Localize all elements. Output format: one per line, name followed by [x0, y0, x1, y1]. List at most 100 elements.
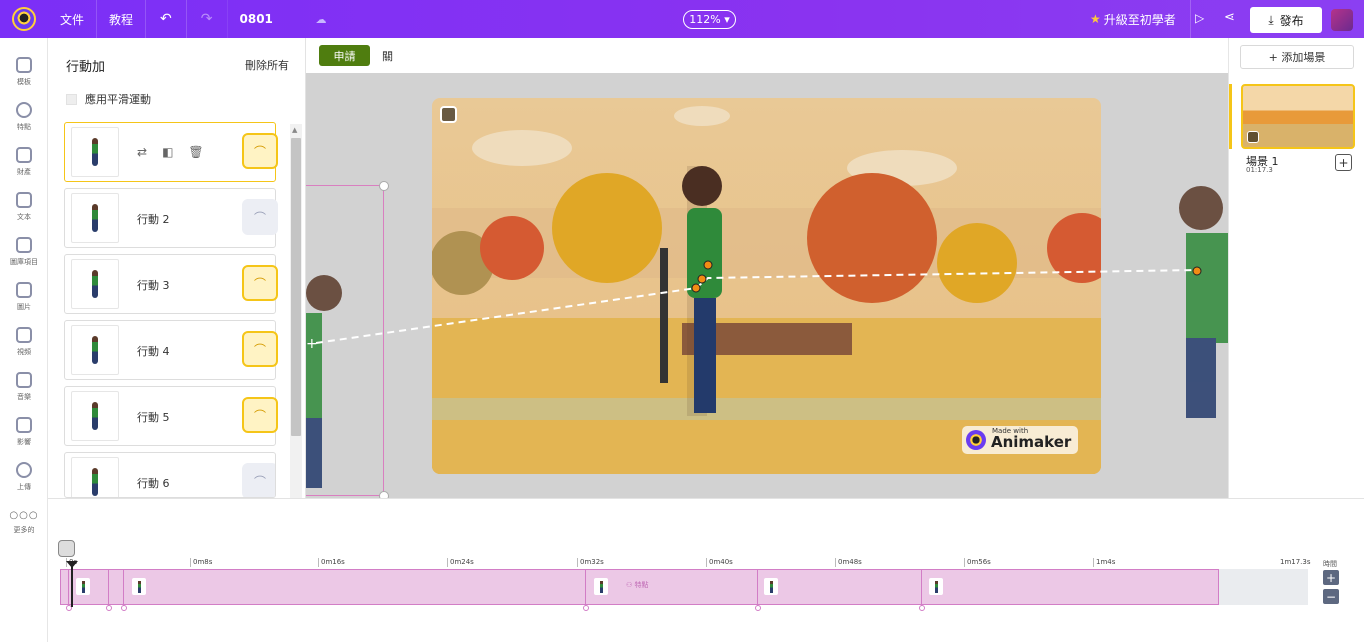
active-scene-marker [1229, 84, 1232, 149]
scroll-up-icon[interactable]: ▲ [292, 126, 297, 134]
video-icon [16, 327, 32, 343]
motion-path-icon: ⌒ [253, 210, 266, 225]
zoom-dropdown[interactable]: 112% ▾ [683, 10, 736, 29]
rail-item-image[interactable]: 圖片 [0, 282, 48, 312]
track-segment-divider[interactable] [757, 569, 758, 609]
smooth-motion-checkbox[interactable] [66, 93, 77, 105]
left-rail: 模板 特點 財產 文本 圖庫項目 圖片 視頻 音樂 影響 上傳 ○○○ 更多的 [0, 38, 48, 642]
action-card-2[interactable]: 行動 2 ⌒ [64, 188, 278, 248]
track-segment-divider[interactable] [68, 569, 69, 609]
add-after-scene-button[interactable]: + [1335, 154, 1352, 171]
segment-handle[interactable] [755, 605, 761, 611]
action-thumbnail [71, 325, 119, 375]
motion-path-button[interactable]: ⌒ [242, 397, 278, 433]
timeline-tick: 0m48s [835, 558, 862, 567]
segment-handle[interactable] [583, 605, 589, 611]
rail-item-effects[interactable]: 影響 [0, 417, 48, 447]
rail-item-video[interactable]: 視頻 [0, 327, 48, 357]
publish-label: 發布 [1279, 13, 1304, 28]
top-bar: 文件 教程 ↶ ↷ 0801 ☁ 112% ▾ ★ 升級至初學者 ▷ ⋖ ⤓ 發… [0, 0, 1364, 38]
action-card-4[interactable]: 行動 4 ⌒ [64, 320, 278, 380]
star-icon: ★ [1090, 12, 1101, 26]
tutorial-menu[interactable]: 教程 [97, 0, 147, 38]
timeline-tick: 0m56s [964, 558, 991, 567]
rail-item-props[interactable]: 財產 [0, 147, 48, 177]
motion-path-button[interactable]: ⌒ [242, 133, 278, 169]
user-avatar[interactable] [1331, 9, 1353, 31]
scene-thumbnail[interactable] [1241, 84, 1355, 149]
segment-handle[interactable] [919, 605, 925, 611]
motion-path-icon: ⌒ [253, 144, 266, 159]
motion-path-button[interactable]: ⌒ [242, 265, 278, 301]
scene-duration: 01:17.3 [1246, 166, 1273, 174]
add-scene-button[interactable]: + 添加場景 [1240, 45, 1354, 69]
scrollbar-thumb[interactable] [291, 138, 301, 436]
smooth-motion-label: 應用平滑運動 [85, 93, 151, 106]
rail-item-upload[interactable]: 上傳 [0, 462, 48, 492]
playhead-line[interactable] [71, 565, 73, 607]
track-segment-divider[interactable] [123, 569, 124, 609]
zoom-out-button[interactable]: − [1323, 589, 1339, 604]
library-icon [16, 237, 32, 253]
action-tools: ⇄ ◧ 🗑 [137, 145, 204, 159]
snapshot-icon[interactable] [1247, 131, 1259, 143]
rail-item-template[interactable]: 模板 [0, 57, 48, 87]
actions-panel: 行動加 刪除所有 應用平滑運動 ⇄ ◧ 🗑 ⌒ 行動 2 ⌒ 行動 3 ⌒ 行動… [48, 38, 306, 498]
rail-item-library[interactable]: 圖庫項目 [0, 237, 48, 267]
delete-all-button[interactable]: 刪除所有 [245, 57, 289, 73]
action-card-6[interactable]: 行動 6 ⌒ [64, 452, 276, 498]
share-icon[interactable]: ⋖ [1224, 10, 1235, 25]
timeline-tick: 1m17.3s [1280, 558, 1311, 566]
rail-item-character[interactable]: 特點 [0, 102, 48, 132]
segment-handle[interactable] [106, 605, 112, 611]
action-card-5[interactable]: 行動 5 ⌒ [64, 386, 278, 446]
action-card-1[interactable]: ⇄ ◧ 🗑 ⌒ [64, 122, 278, 182]
more-icon: ○○○ [9, 510, 39, 521]
action-card-3[interactable]: 行動 3 ⌒ [64, 254, 278, 314]
motion-path-button[interactable]: ⌒ [242, 199, 278, 235]
timeline-tick: 0m32s [577, 558, 604, 567]
track-action-thumb [594, 578, 608, 595]
smooth-motion-toggle[interactable]: 應用平滑運動 [66, 91, 151, 107]
publish-button[interactable]: ⤓ 發布 [1250, 7, 1322, 33]
zoom-value: 112% [689, 13, 721, 26]
text-icon [16, 192, 32, 208]
app-logo-icon[interactable] [0, 0, 48, 38]
rail-item-more[interactable]: ○○○ 更多的 [0, 510, 48, 535]
preview-play-icon[interactable]: ▷ [1195, 11, 1204, 25]
rail-item-text[interactable]: 文本 [0, 192, 48, 222]
rail-item-music[interactable]: 音樂 [0, 372, 48, 402]
zoom-in-button[interactable]: + [1323, 570, 1339, 585]
project-name[interactable]: 0801 [228, 12, 308, 26]
time-zoom-label: 時間 [1323, 560, 1337, 568]
motion-path-button[interactable]: ⌒ [242, 463, 275, 497]
trash-icon[interactable]: 🗑 [188, 145, 203, 159]
upgrade-button[interactable]: ★ 升級至初學者 [1090, 0, 1191, 38]
action-thumbnail [71, 391, 119, 441]
track-label-text: 特點 [634, 581, 649, 589]
timeline-tick: 0m8s [190, 558, 212, 567]
flip-icon[interactable]: ◧ [162, 145, 173, 159]
person-icon: ⚇ [626, 581, 633, 589]
track-segment-divider[interactable] [108, 569, 109, 609]
swap-icon[interactable]: ⇄ [137, 145, 147, 159]
upgrade-label: 升級至初學者 [1103, 12, 1176, 27]
undo-icon[interactable]: ↶ [146, 0, 187, 38]
template-icon [16, 57, 32, 73]
download-icon: ⤓ [1268, 12, 1274, 27]
timeline-tick: 0m16s [318, 558, 345, 567]
motion-path-icon: ⌒ [253, 408, 266, 423]
lock-icon[interactable] [58, 540, 75, 557]
track-action-thumb [764, 578, 778, 595]
redo-icon[interactable]: ↷ [187, 0, 228, 38]
track-segment-divider[interactable] [921, 569, 922, 609]
track-segment-divider[interactable] [585, 569, 586, 609]
segment-handle[interactable] [121, 605, 127, 611]
file-menu[interactable]: 文件 [48, 0, 98, 38]
motion-path-icon: ⌒ [253, 342, 266, 357]
action-thumbnail [71, 259, 119, 309]
plus-icon: + [1338, 155, 1349, 170]
timeline-tick: 0m24s [447, 558, 474, 567]
motion-path-button[interactable]: ⌒ [242, 331, 278, 367]
image-icon [16, 282, 32, 298]
